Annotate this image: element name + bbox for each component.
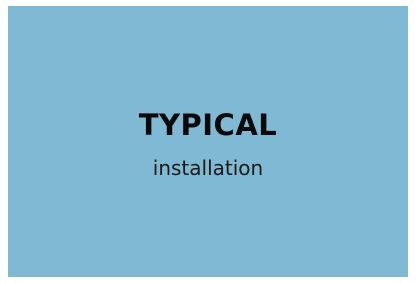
tile-title: TYPICAL	[138, 108, 278, 142]
installation-option-tile[interactable]: TYPICAL installation	[8, 6, 408, 277]
tile-subtitle: installation	[152, 156, 264, 180]
